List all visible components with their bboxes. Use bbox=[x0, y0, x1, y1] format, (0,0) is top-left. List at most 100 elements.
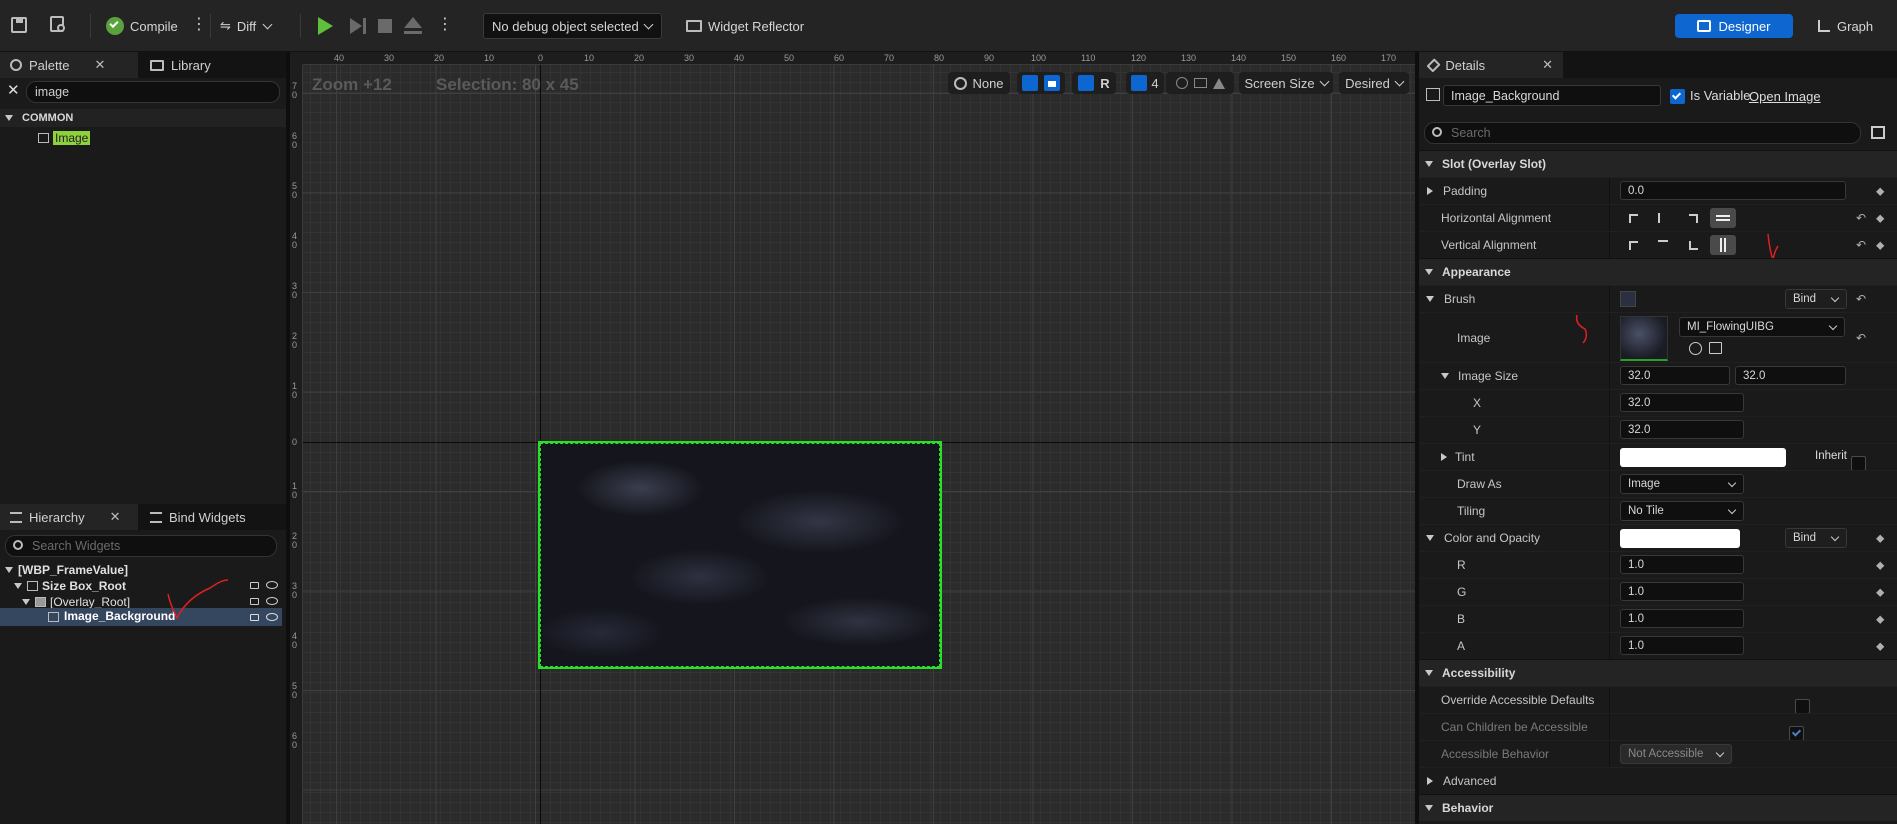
visibility-icon[interactable] bbox=[266, 597, 278, 605]
pin-icon[interactable]: ⬥ bbox=[1876, 238, 1884, 253]
children-accessible-checkbox[interactable] bbox=[1788, 725, 1804, 741]
widget-reflector-button[interactable]: Widget Reflector bbox=[686, 12, 804, 40]
align-left-button[interactable] bbox=[1620, 208, 1646, 228]
align-fill-button[interactable] bbox=[1710, 208, 1736, 228]
respect-locks-button[interactable] bbox=[1017, 72, 1065, 94]
widget-preview-image[interactable] bbox=[538, 441, 942, 669]
reset-icon[interactable]: ↶ bbox=[1856, 292, 1866, 306]
hierarchy-search-input[interactable]: Search Widgets bbox=[5, 535, 277, 557]
align-fill-vertical-button[interactable] bbox=[1710, 235, 1736, 255]
accessible-behavior-dropdown[interactable]: Not Accessible bbox=[1620, 744, 1732, 764]
color-bind-dropdown[interactable]: Bind bbox=[1785, 528, 1847, 548]
use-selected-asset-icon[interactable] bbox=[1689, 342, 1702, 355]
fill-screen-dropdown[interactable]: Desired bbox=[1339, 72, 1409, 94]
compile-options-icon[interactable]: ⋮ bbox=[191, 15, 207, 35]
clear-search-icon[interactable]: ✕ bbox=[7, 81, 20, 99]
align-center-button[interactable] bbox=[1650, 208, 1676, 228]
image-asset-thumbnail[interactable] bbox=[1620, 316, 1668, 361]
reset-icon[interactable]: ↶ bbox=[1856, 211, 1866, 225]
close-icon[interactable]: ✕ bbox=[110, 509, 121, 525]
lock-icon[interactable] bbox=[250, 598, 259, 605]
brush-bind-dropdown[interactable]: Bind bbox=[1785, 289, 1847, 309]
debug-object-dropdown[interactable]: No debug object selected bbox=[483, 13, 662, 39]
tiling-dropdown[interactable]: No Tile bbox=[1620, 501, 1744, 521]
palette-search-input[interactable]: image bbox=[26, 81, 280, 103]
save-icon[interactable] bbox=[11, 17, 27, 33]
pin-icon[interactable]: ⬥ bbox=[1876, 558, 1884, 573]
align-top-button[interactable] bbox=[1620, 235, 1646, 255]
open-image-link[interactable]: Open Image bbox=[1749, 89, 1821, 104]
expand-icon[interactable] bbox=[1441, 453, 1447, 461]
visibility-icon[interactable] bbox=[266, 581, 278, 589]
tree-node-size-box[interactable]: Size Box_Root bbox=[14, 578, 126, 594]
image-size-y-input[interactable]: 32.0 bbox=[1735, 366, 1846, 385]
browse-asset-icon[interactable] bbox=[1709, 342, 1722, 354]
reset-icon[interactable]: ↶ bbox=[1856, 238, 1866, 252]
play-options-icon[interactable]: ⋮ bbox=[437, 15, 453, 35]
diff-button[interactable]: ⇋ Diff bbox=[220, 12, 273, 40]
tab-hierarchy[interactable]: Hierarchy ✕ bbox=[0, 504, 138, 530]
align-middle-button[interactable] bbox=[1650, 235, 1676, 255]
reset-icon[interactable]: ↶ bbox=[1856, 331, 1866, 345]
view-options-button[interactable] bbox=[1166, 72, 1234, 94]
color-g-input[interactable]: 1.0 bbox=[1620, 582, 1744, 601]
details-search-input[interactable]: Search bbox=[1424, 122, 1861, 144]
image-size-x-input[interactable]: 32.0 bbox=[1620, 366, 1730, 385]
image-asset-dropdown[interactable]: MI_FlowingUIBG bbox=[1679, 317, 1845, 337]
color-swatch[interactable] bbox=[1620, 529, 1740, 548]
palette-item-image[interactable]: Image bbox=[38, 130, 91, 146]
tab-bind-widgets[interactable]: Bind Widgets bbox=[140, 504, 256, 530]
section-slot[interactable]: Slot (Overlay Slot) bbox=[1419, 150, 1897, 177]
draw-as-dropdown[interactable]: Image bbox=[1620, 474, 1744, 494]
color-b-input[interactable]: 1.0 bbox=[1620, 609, 1744, 628]
tree-node-image-background[interactable]: Image_Background bbox=[0, 608, 282, 626]
override-accessible-checkbox[interactable] bbox=[1795, 698, 1811, 714]
padding-input[interactable]: 0.0 bbox=[1620, 181, 1846, 200]
pin-icon[interactable]: ⬥ bbox=[1876, 612, 1884, 627]
section-behavior[interactable]: Behavior bbox=[1419, 794, 1897, 821]
close-icon[interactable]: ✕ bbox=[94, 57, 105, 73]
is-variable-checkbox[interactable] bbox=[1670, 89, 1685, 104]
pin-icon[interactable]: ⬥ bbox=[1876, 639, 1884, 654]
lock-icon[interactable] bbox=[250, 614, 259, 621]
section-accessibility[interactable]: Accessibility bbox=[1419, 659, 1897, 686]
designer-mode-button[interactable]: Designer bbox=[1675, 14, 1793, 38]
tab-palette[interactable]: Palette ✕ bbox=[0, 52, 138, 78]
visibility-icon[interactable] bbox=[266, 613, 278, 621]
table-view-icon[interactable] bbox=[1871, 126, 1885, 139]
tab-details[interactable]: Details ✕ bbox=[1419, 52, 1563, 78]
pin-icon[interactable]: ⬥ bbox=[1876, 585, 1884, 600]
align-right-button[interactable] bbox=[1680, 208, 1706, 228]
grid-snap-button[interactable]: 4 bbox=[1126, 72, 1164, 94]
pin-icon[interactable]: ⬥ bbox=[1876, 531, 1884, 546]
graph-mode-button[interactable]: Graph bbox=[1818, 14, 1873, 38]
inherit-checkbox[interactable] bbox=[1850, 455, 1866, 471]
designer-canvas[interactable] bbox=[290, 52, 1415, 824]
widget-name-input[interactable]: Image_Background bbox=[1443, 85, 1661, 106]
play-icon[interactable] bbox=[318, 17, 333, 35]
expand-icon[interactable] bbox=[1441, 373, 1449, 379]
stop-icon[interactable] bbox=[378, 19, 392, 33]
close-icon[interactable]: ✕ bbox=[1542, 57, 1553, 73]
snap-button[interactable]: R bbox=[1072, 72, 1116, 94]
prop-advanced[interactable]: Advanced bbox=[1419, 767, 1897, 794]
screen-size-dropdown[interactable]: Screen Size bbox=[1239, 72, 1333, 94]
size-y-input[interactable]: 32.0 bbox=[1620, 420, 1744, 439]
tree-node-root[interactable]: [WBP_FrameValue] bbox=[5, 562, 128, 578]
color-r-input[interactable]: 1.0 bbox=[1620, 555, 1744, 574]
step-icon[interactable] bbox=[350, 18, 362, 34]
browse-asset-icon[interactable] bbox=[50, 16, 65, 32]
expand-icon[interactable] bbox=[1426, 535, 1434, 541]
section-appearance[interactable]: Appearance bbox=[1419, 258, 1897, 285]
align-bottom-button[interactable] bbox=[1680, 235, 1706, 255]
tint-color-swatch[interactable] bbox=[1620, 448, 1786, 467]
tab-library[interactable]: Library bbox=[140, 52, 221, 78]
compile-button[interactable]: Compile bbox=[106, 12, 178, 40]
color-a-input[interactable]: 1.0 bbox=[1620, 636, 1744, 655]
lock-icon[interactable] bbox=[250, 582, 259, 589]
expand-icon[interactable] bbox=[1427, 187, 1433, 195]
pin-icon[interactable]: ⬥ bbox=[1876, 184, 1884, 199]
expand-icon[interactable] bbox=[1426, 296, 1434, 302]
localization-preview-button[interactable]: None bbox=[948, 72, 1010, 94]
eject-icon[interactable] bbox=[404, 17, 422, 28]
